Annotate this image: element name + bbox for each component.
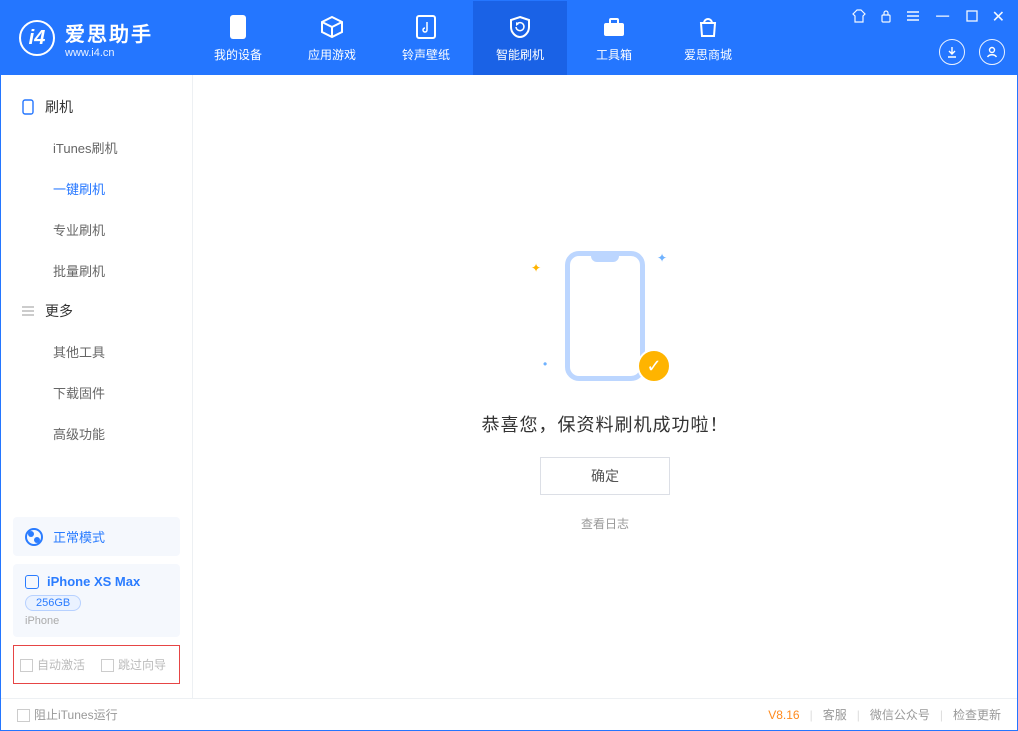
mode-label: 正常模式 [53, 527, 105, 546]
phone-icon [21, 100, 35, 114]
nav-store[interactable]: 爱思商城 [661, 1, 755, 75]
device-capacity: 256GB [25, 595, 81, 611]
view-log-link[interactable]: 查看日志 [581, 515, 629, 532]
separator: | [857, 708, 860, 722]
header-circle-buttons [939, 39, 1005, 65]
checkbox-label: 阻止iTunes运行 [34, 708, 118, 722]
minimize-button[interactable]: － [934, 13, 952, 21]
sidebar-group-title: 刷机 [45, 97, 73, 117]
nav-label: 铃声壁纸 [402, 46, 450, 63]
checkbox-label: 自动激活 [37, 658, 85, 672]
shirt-icon[interactable] [852, 9, 866, 26]
cube-icon [319, 14, 345, 40]
checkbox-auto-activate[interactable]: 自动激活 [20, 656, 85, 673]
top-nav: 我的设备 应用游戏 铃声壁纸 智能刷机 工具箱 爱思商城 [191, 1, 755, 75]
footer-right: V8.16 | 客服 | 微信公众号 | 检查更新 [768, 706, 1001, 723]
check-badge-icon: ✓ [637, 349, 671, 383]
maximize-button[interactable] [966, 10, 978, 25]
sidebar-item-batch-flash[interactable]: 批量刷机 [1, 250, 192, 291]
sparkle-icon: ✦ [531, 261, 541, 275]
window-controls: － ✕ [852, 7, 1005, 27]
sidebar-item-advanced[interactable]: 高级功能 [1, 413, 192, 454]
checkbox-block-itunes[interactable]: 阻止iTunes运行 [17, 706, 118, 723]
sparkle-icon: ✦ [657, 251, 667, 265]
lock-icon[interactable] [880, 9, 892, 26]
refresh-shield-icon [507, 14, 533, 40]
body: 刷机 iTunes刷机 一键刷机 专业刷机 批量刷机 更多 其他工具 下载固件 … [1, 75, 1017, 698]
sidebar: 刷机 iTunes刷机 一键刷机 专业刷机 批量刷机 更多 其他工具 下载固件 … [1, 75, 193, 698]
logo-icon: i4 [19, 20, 55, 56]
sidebar-item-download-firmware[interactable]: 下载固件 [1, 372, 192, 413]
logo-text: 爱思助手 www.i4.cn [65, 18, 153, 59]
bag-icon [695, 14, 721, 40]
success-illustration: ✦ ✦ • ✓ [515, 241, 695, 391]
device-type: iPhone [25, 615, 168, 627]
nav-label: 智能刷机 [496, 46, 544, 63]
list-icon [21, 304, 35, 318]
mode-icon [25, 528, 43, 546]
success-message: 恭喜您，保资料刷机成功啦！ [482, 411, 729, 437]
nav-toolbox[interactable]: 工具箱 [567, 1, 661, 75]
nav-apps-games[interactable]: 应用游戏 [285, 1, 379, 75]
checkbox-skip-guide[interactable]: 跳过向导 [101, 656, 166, 673]
app-name: 爱思助手 [65, 18, 153, 47]
version-label: V8.16 [768, 708, 799, 722]
separator: | [940, 708, 943, 722]
main-content: ✦ ✦ • ✓ 恭喜您，保资料刷机成功啦！ 确定 查看日志 [193, 75, 1017, 698]
sidebar-item-one-click-flash[interactable]: 一键刷机 [1, 168, 192, 209]
footer-link-update[interactable]: 检查更新 [953, 706, 1001, 723]
sidebar-group-title: 更多 [45, 301, 73, 321]
footer-left: 阻止iTunes运行 [17, 706, 118, 723]
checkbox-icon [101, 659, 114, 672]
mode-card[interactable]: 正常模式 [13, 517, 180, 556]
footer-link-wechat[interactable]: 微信公众号 [870, 706, 930, 723]
device-icon [225, 14, 251, 40]
device-card[interactable]: iPhone XS Max 256GB iPhone [13, 564, 180, 637]
checkbox-icon [17, 709, 30, 722]
sparkle-icon: • [543, 357, 547, 371]
nav-label: 应用游戏 [308, 46, 356, 63]
sidebar-item-other-tools[interactable]: 其他工具 [1, 331, 192, 372]
nav-my-device[interactable]: 我的设备 [191, 1, 285, 75]
device-name: iPhone XS Max [47, 574, 140, 589]
nav-label: 我的设备 [214, 46, 262, 63]
menu-icon[interactable] [906, 10, 920, 25]
nav-flash[interactable]: 智能刷机 [473, 1, 567, 75]
sidebar-bottom: 正常模式 iPhone XS Max 256GB iPhone 自动激活 跳过向… [1, 517, 192, 698]
ok-button[interactable]: 确定 [540, 457, 670, 495]
titlebar: i4 爱思助手 www.i4.cn 我的设备 应用游戏 铃声壁纸 智能刷机 [1, 1, 1017, 75]
checkbox-row-highlighted: 自动激活 跳过向导 [13, 645, 180, 684]
footer-link-support[interactable]: 客服 [823, 706, 847, 723]
footer: 阻止iTunes运行 V8.16 | 客服 | 微信公众号 | 检查更新 [1, 698, 1017, 730]
nav-ringtones[interactable]: 铃声壁纸 [379, 1, 473, 75]
header-right: － ✕ [852, 1, 1005, 75]
app-window: i4 爱思助手 www.i4.cn 我的设备 应用游戏 铃声壁纸 智能刷机 [0, 0, 1018, 731]
close-button[interactable]: ✕ [992, 7, 1005, 27]
sidebar-group-more: 更多 [1, 291, 192, 331]
checkbox-icon [20, 659, 33, 672]
nav-label: 爱思商城 [684, 46, 732, 63]
music-file-icon [413, 14, 439, 40]
device-name-row: iPhone XS Max [25, 574, 168, 589]
phone-outline-icon [565, 251, 645, 381]
toolbox-icon [601, 14, 627, 40]
sidebar-item-itunes-flash[interactable]: iTunes刷机 [1, 127, 192, 168]
sidebar-group-flash: 刷机 [1, 87, 192, 127]
sidebar-scroll: 刷机 iTunes刷机 一键刷机 专业刷机 批量刷机 更多 其他工具 下载固件 … [1, 75, 192, 517]
sidebar-item-pro-flash[interactable]: 专业刷机 [1, 209, 192, 250]
app-url: www.i4.cn [65, 47, 153, 59]
nav-label: 工具箱 [596, 46, 632, 63]
checkbox-label: 跳过向导 [118, 658, 166, 672]
phone-small-icon [25, 575, 39, 589]
user-button[interactable] [979, 39, 1005, 65]
separator: | [810, 708, 813, 722]
download-button[interactable] [939, 39, 965, 65]
logo-area: i4 爱思助手 www.i4.cn [1, 1, 191, 75]
